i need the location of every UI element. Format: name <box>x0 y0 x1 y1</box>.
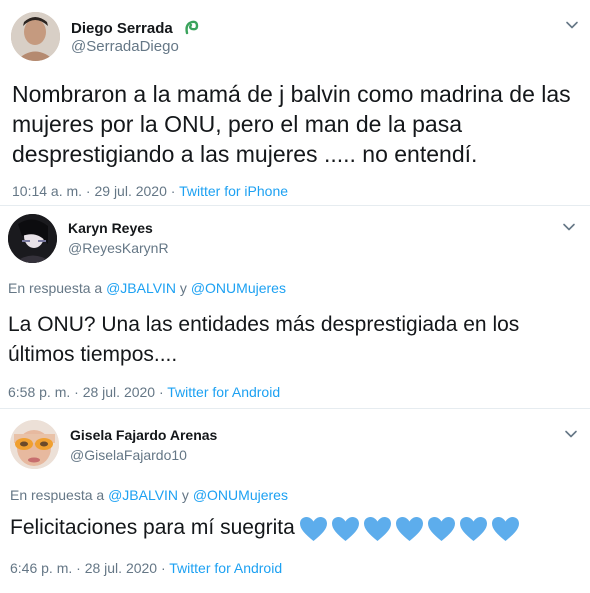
tweet-source-link[interactable]: Twitter for Android <box>167 384 280 400</box>
mention-link[interactable]: @ONUMujeres <box>191 280 286 296</box>
mention-link[interactable]: @JBALVIN <box>106 280 176 296</box>
blue-heart-icon <box>491 516 519 541</box>
reply-prefix: En respuesta a <box>10 487 109 503</box>
avatar[interactable] <box>10 420 59 469</box>
tweet-source-link[interactable]: Twitter for Android <box>169 560 282 576</box>
user-name[interactable]: Diego Serrada <box>71 18 201 40</box>
avatar-photo-icon <box>11 12 60 61</box>
chevron-down-icon[interactable] <box>564 427 578 441</box>
blue-hearts <box>299 513 523 543</box>
avatar[interactable] <box>8 214 57 263</box>
reply-prefix: En respuesta a <box>8 280 107 296</box>
user-name-text: Diego Serrada <box>71 19 173 37</box>
tweet-meta: 6:58 p. m. · 28 jul. 2020 · Twitter for … <box>8 384 280 400</box>
mention-link[interactable]: @ONUMujeres <box>193 487 288 503</box>
user-handle[interactable]: @ReyesKarynR <box>68 240 169 256</box>
blue-heart-icon <box>395 516 423 541</box>
tweet-source-link[interactable]: Twitter for iPhone <box>179 183 288 199</box>
tweet-timestamp[interactable]: 6:58 p. m. · 28 jul. 2020 · <box>8 384 167 400</box>
tweet-meta: 6:46 p. m. · 28 jul. 2020 · Twitter for … <box>10 560 282 576</box>
tweet-timestamp[interactable]: 6:46 p. m. · 28 jul. 2020 · <box>10 560 169 576</box>
blue-heart-icon <box>427 516 455 541</box>
blue-heart-icon <box>363 516 391 541</box>
tweet-text-line: Felicitaciones para mí suegrita <box>10 513 584 543</box>
plant-emoji-icon <box>183 18 201 40</box>
user-handle[interactable]: @SerradaDiego <box>71 38 179 55</box>
blue-heart-icon <box>459 516 487 541</box>
user-handle[interactable]: @GiselaFajardo10 <box>70 447 187 463</box>
tweet-text: Felicitaciones para mí suegrita <box>10 516 295 539</box>
chevron-down-icon[interactable] <box>565 18 579 32</box>
tweet-text: Nombraron a la mamá de j balvin como mad… <box>12 81 571 167</box>
reply-context: En respuesta a @JBALVIN y @ONUMujeres <box>8 280 286 296</box>
reply-and: y <box>176 280 191 296</box>
reply-context: En respuesta a @JBALVIN y @ONUMujeres <box>10 487 288 503</box>
blue-heart-icon <box>331 516 359 541</box>
blue-heart-icon <box>299 516 327 541</box>
avatar-photo-icon <box>8 214 57 263</box>
avatar-photo-icon <box>10 420 59 469</box>
user-name[interactable]: Karyn Reyes <box>68 220 153 236</box>
chevron-down-icon[interactable] <box>562 220 576 234</box>
tweet-text: La ONU? Una las entidades más desprestig… <box>8 313 520 366</box>
divider <box>0 205 590 206</box>
reply-and: y <box>178 487 193 503</box>
divider <box>0 408 590 409</box>
tweet-timestamp[interactable]: 10:14 a. m. · 29 jul. 2020 · <box>12 183 179 199</box>
tweet-meta: 10:14 a. m. · 29 jul. 2020 · Twitter for… <box>12 183 288 199</box>
avatar[interactable] <box>11 12 60 61</box>
mention-link[interactable]: @JBALVIN <box>108 487 178 503</box>
user-name[interactable]: Gisela Fajardo Arenas <box>70 427 217 443</box>
